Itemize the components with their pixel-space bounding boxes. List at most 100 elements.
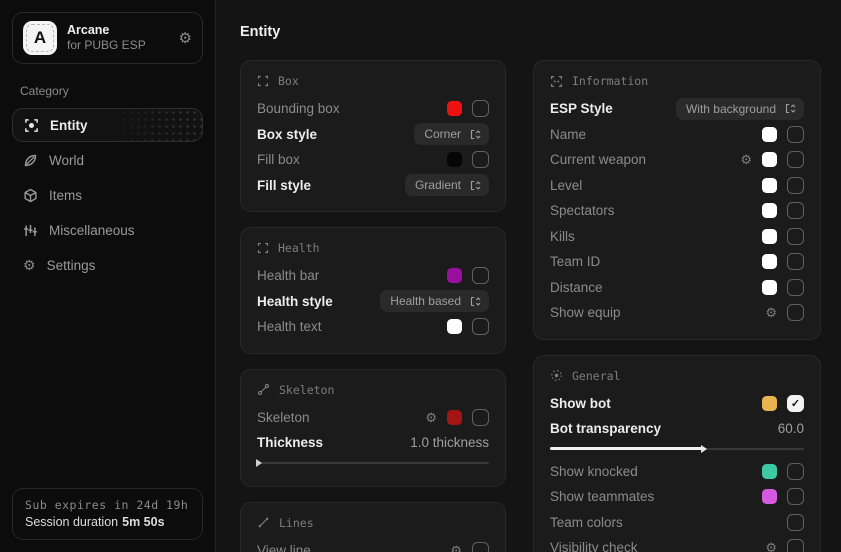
checkbox[interactable] xyxy=(787,253,804,270)
setting-label: Show bot xyxy=(550,396,611,411)
checkbox[interactable] xyxy=(472,267,489,284)
setting-label: Box style xyxy=(257,127,317,142)
cube-icon xyxy=(23,188,38,203)
esp-style-dropdown[interactable]: With background xyxy=(676,98,804,120)
setting-label: ESP Style xyxy=(550,101,613,116)
setting-label: Health text xyxy=(257,319,322,334)
checkbox[interactable] xyxy=(787,202,804,219)
setting-label: Visibility check xyxy=(550,540,638,552)
color-swatch[interactable] xyxy=(447,319,462,334)
slider-handle[interactable] xyxy=(701,445,707,453)
checkbox[interactable] xyxy=(472,409,489,426)
checkbox[interactable] xyxy=(472,100,489,117)
frame-corners-icon xyxy=(257,75,269,87)
sidebar-item-items[interactable]: Items xyxy=(12,178,203,212)
setting-row-show-bot: Show bot ✓ xyxy=(550,391,804,417)
gear-icon[interactable]: ⚙ xyxy=(765,306,777,319)
card-title: Lines xyxy=(279,516,314,530)
sidebar-item-label: World xyxy=(49,153,84,168)
checkbox[interactable] xyxy=(787,177,804,194)
card-title: General xyxy=(572,369,620,383)
color-swatch[interactable] xyxy=(447,268,462,283)
color-swatch[interactable] xyxy=(447,410,462,425)
setting-row-spectators: Spectators xyxy=(550,198,804,224)
checkbox[interactable] xyxy=(472,151,489,168)
setting-row-health-text: Health text xyxy=(257,314,489,340)
sidebar-item-miscellaneous[interactable]: Miscellaneous xyxy=(12,213,203,247)
gear-icon[interactable]: ⚙ xyxy=(740,153,752,166)
color-swatch[interactable] xyxy=(762,127,777,142)
health-style-dropdown[interactable]: Health based xyxy=(380,290,489,312)
fill-style-dropdown[interactable]: Gradient xyxy=(405,174,489,196)
gear-icon[interactable]: ⚙ xyxy=(425,411,437,424)
sub-expiry-text: Sub expires in 24d 19h xyxy=(25,498,190,512)
setting-row-box-style: Box style Corner xyxy=(257,122,489,148)
checkbox[interactable] xyxy=(787,279,804,296)
setting-row-show-knocked: Show knocked xyxy=(550,459,804,485)
brightness-icon xyxy=(550,369,563,382)
color-swatch[interactable] xyxy=(762,254,777,269)
unfold-icon xyxy=(470,129,481,140)
checkbox[interactable] xyxy=(787,488,804,505)
color-swatch[interactable] xyxy=(762,280,777,295)
setting-label: Fill style xyxy=(257,178,311,193)
color-swatch[interactable] xyxy=(762,178,777,193)
sidebar-item-settings[interactable]: ⚙ Settings xyxy=(12,248,203,282)
subscription-info-box: Sub expires in 24d 19h Session duration 5… xyxy=(12,488,203,540)
session-duration-value: 5m 50s xyxy=(122,515,164,529)
thickness-slider[interactable] xyxy=(257,459,489,467)
gear-icon: ⚙ xyxy=(23,258,36,272)
setting-row-bot-transparency: Bot transparency 60.0 xyxy=(550,416,804,442)
setting-row-fill-style: Fill style Gradient xyxy=(257,173,489,199)
category-label: Category xyxy=(20,84,195,98)
color-swatch[interactable] xyxy=(762,152,777,167)
gear-icon[interactable]: ⚙ xyxy=(450,544,462,552)
setting-label: Spectators xyxy=(550,203,615,218)
setting-row-esp-style: ESP Style With background xyxy=(550,96,804,122)
checkbox-checked[interactable]: ✓ xyxy=(787,395,804,412)
color-swatch[interactable] xyxy=(762,396,777,411)
setting-label: Health style xyxy=(257,294,333,309)
checkbox[interactable] xyxy=(787,304,804,321)
setting-label: Bounding box xyxy=(257,101,340,116)
setting-row-team-id: Team ID xyxy=(550,249,804,275)
health-card: Health Health bar Health style Health ba… xyxy=(240,227,506,354)
skeleton-card: Skeleton Skeleton ⚙ Thickness 1.0 thickn… xyxy=(240,369,506,487)
setting-row-health-bar: Health bar xyxy=(257,263,489,289)
setting-row-skeleton: Skeleton ⚙ xyxy=(257,405,489,431)
checkbox[interactable] xyxy=(787,463,804,480)
thickness-value: 1.0 thickness xyxy=(410,435,489,450)
sidebar-item-label: Items xyxy=(49,188,82,203)
setting-label: Kills xyxy=(550,229,575,244)
sidebar-item-label: Miscellaneous xyxy=(49,223,135,238)
checkbox[interactable] xyxy=(472,318,489,335)
setting-row-show-equip: Show equip ⚙ xyxy=(550,300,804,326)
checkbox[interactable] xyxy=(787,539,804,552)
color-swatch[interactable] xyxy=(762,464,777,479)
color-swatch[interactable] xyxy=(447,152,462,167)
checkbox[interactable] xyxy=(787,228,804,245)
sidebar-item-world[interactable]: World xyxy=(12,143,203,177)
gear-icon[interactable]: ⚙ xyxy=(765,541,777,552)
setting-row-name: Name xyxy=(550,122,804,148)
setting-label: View line xyxy=(257,543,311,552)
checkbox[interactable] xyxy=(787,151,804,168)
setting-label: Show equip xyxy=(550,305,621,320)
setting-row-thickness: Thickness 1.0 thickness xyxy=(257,430,489,456)
color-swatch[interactable] xyxy=(447,101,462,116)
setting-label: Distance xyxy=(550,280,603,295)
gear-icon[interactable]: ⚙ xyxy=(179,31,192,46)
color-swatch[interactable] xyxy=(762,203,777,218)
sidebar-item-entity[interactable]: Entity xyxy=(12,108,203,142)
box-style-dropdown[interactable]: Corner xyxy=(414,123,489,145)
checkbox[interactable] xyxy=(787,126,804,143)
slider-handle[interactable] xyxy=(256,459,262,467)
checkbox[interactable] xyxy=(787,514,804,531)
checkbox[interactable] xyxy=(472,542,489,552)
color-swatch[interactable] xyxy=(762,229,777,244)
setting-row-bounding-box: Bounding box xyxy=(257,96,489,122)
color-swatch[interactable] xyxy=(762,489,777,504)
bot-transparency-slider[interactable] xyxy=(550,445,804,453)
session-duration-label: Session duration xyxy=(25,515,118,529)
setting-row-level: Level xyxy=(550,173,804,199)
